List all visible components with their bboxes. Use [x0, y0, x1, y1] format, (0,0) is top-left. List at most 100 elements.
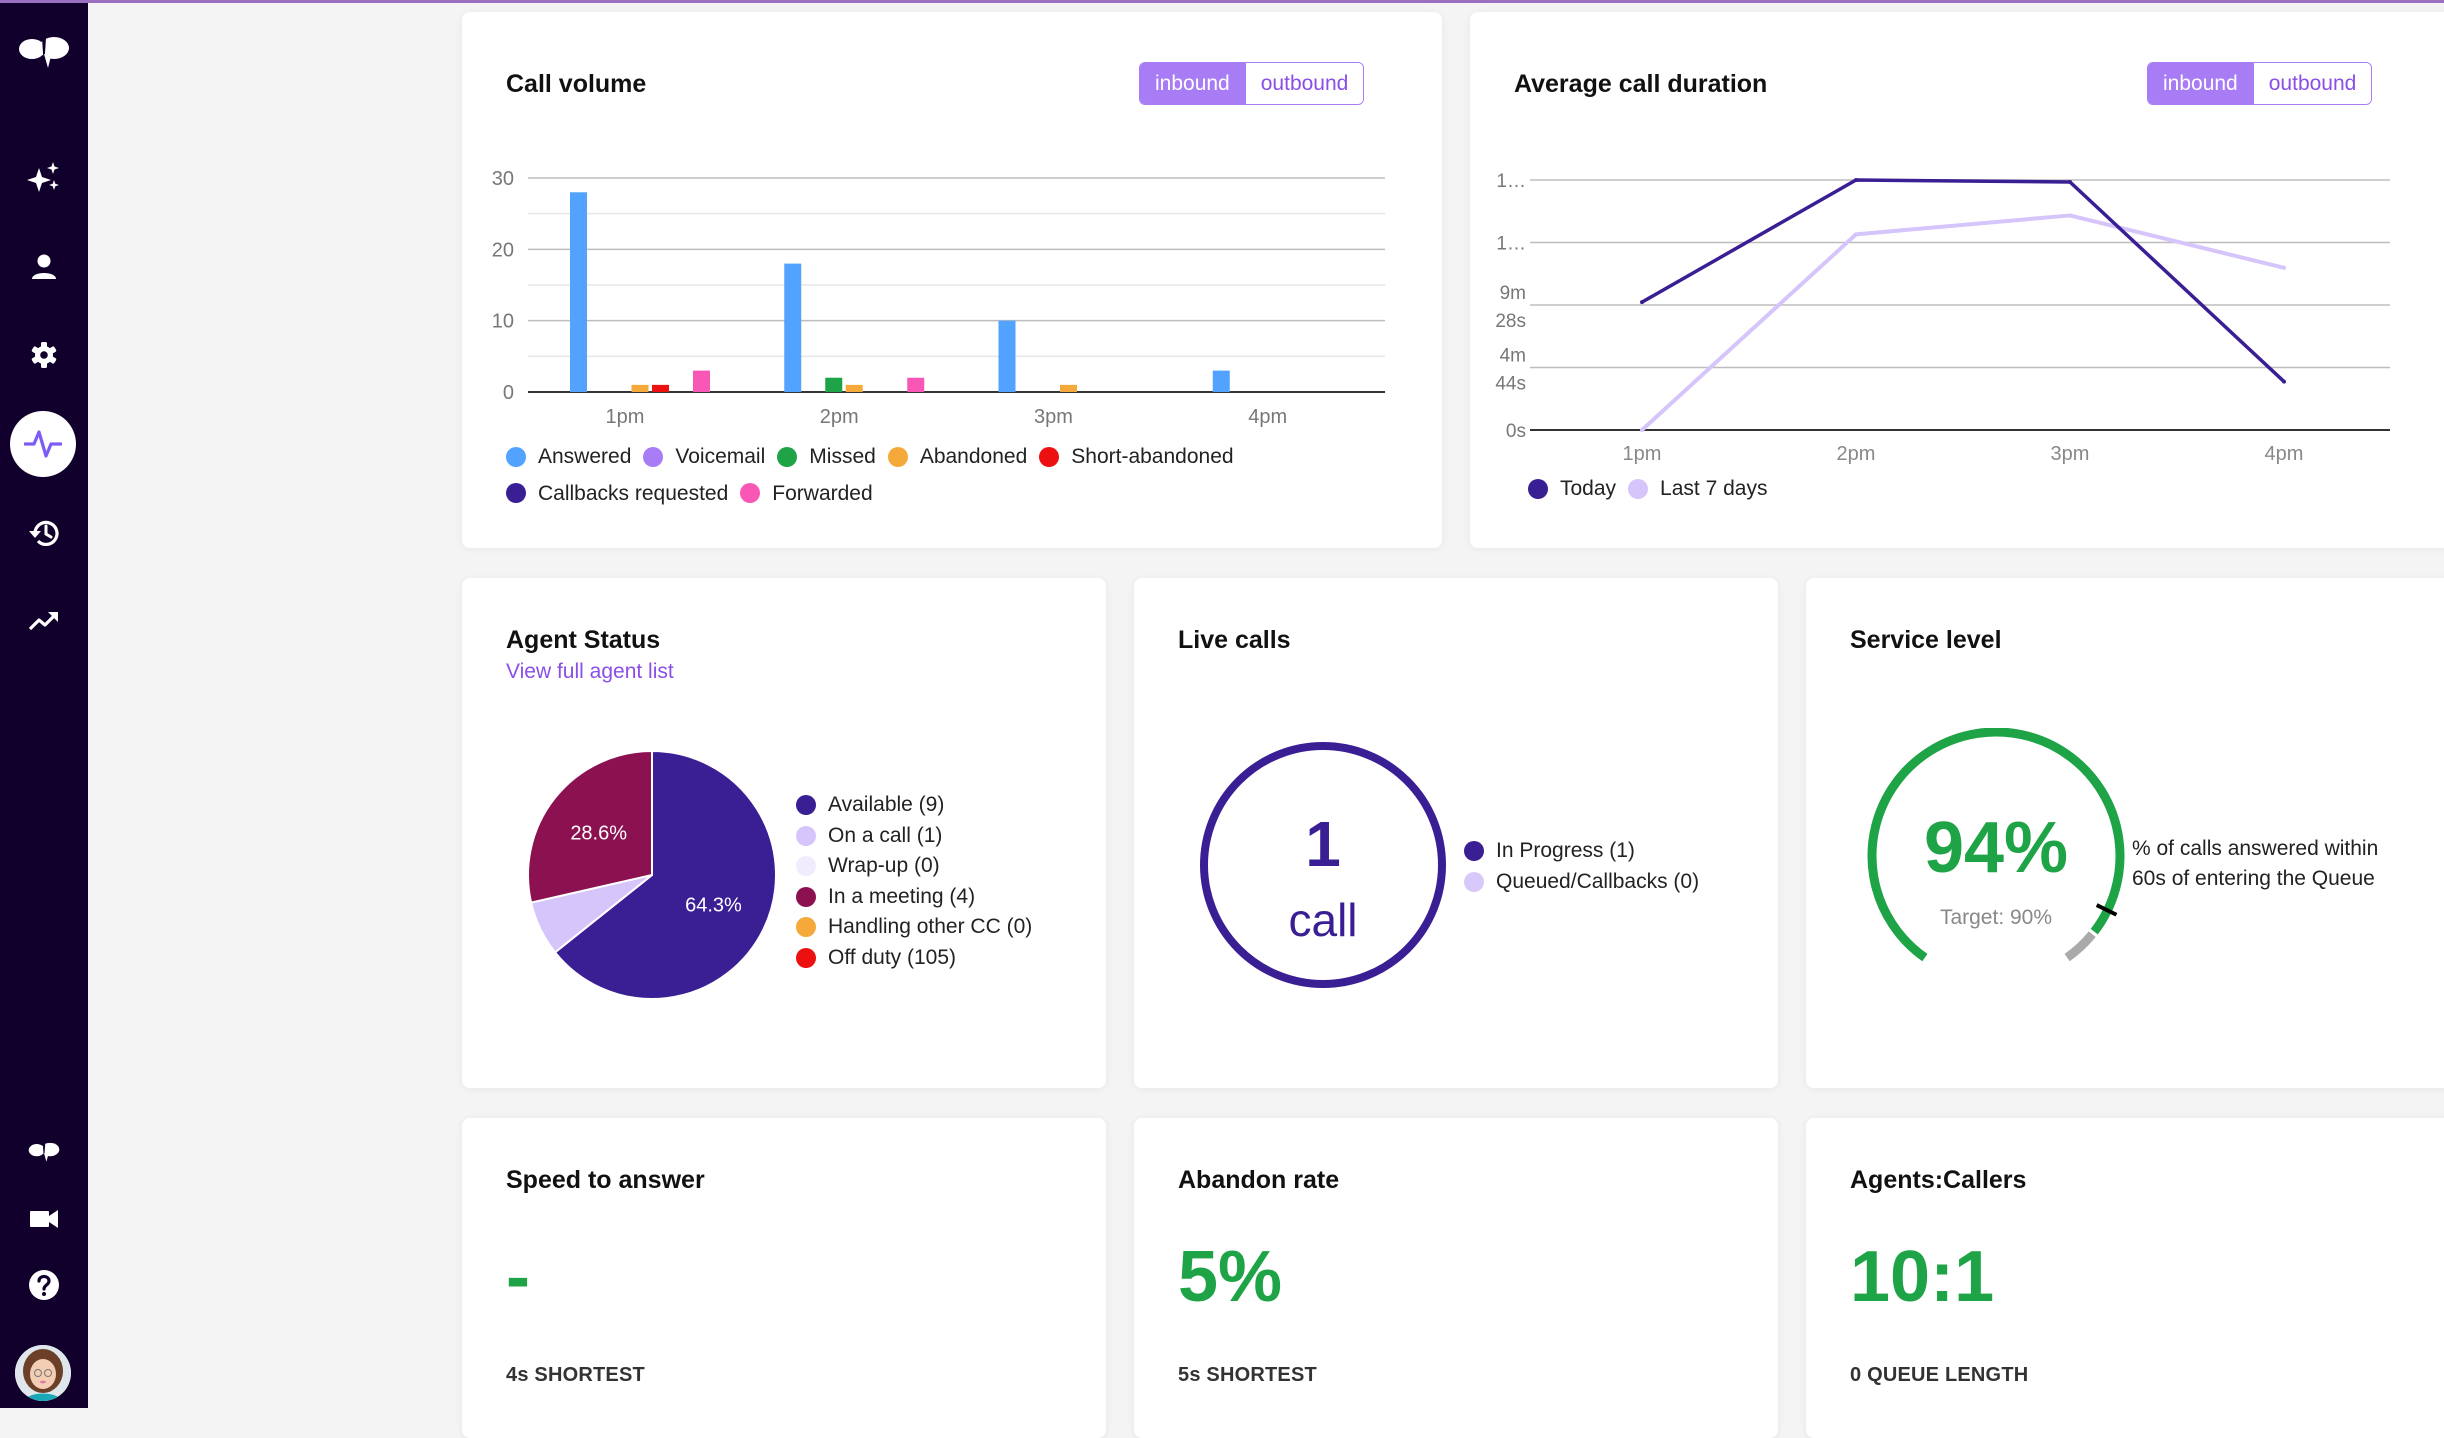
call-volume-legend-item[interactable]: Forwarded [740, 477, 873, 510]
line-point[interactable] [2068, 179, 2072, 184]
legend-label: Wrap-up (0) [828, 854, 940, 878]
agent-status-legend-item[interactable]: Handling other CC (0) [796, 912, 1032, 943]
abandon-rate-caption: 5s SHORTEST [1178, 1364, 1317, 1386]
call-volume-legend-item[interactable]: Answered [506, 440, 631, 473]
user-avatar[interactable] [15, 1345, 71, 1401]
bar-answered-3pm[interactable] [998, 320, 1016, 392]
agent-status-legend-item[interactable]: Off duty (105) [796, 943, 1032, 974]
dialpad-logo-icon[interactable] [0, 22, 88, 82]
video-camera-icon[interactable] [0, 1189, 88, 1249]
line-point[interactable] [2282, 379, 2286, 384]
agents-callers-value: 10:1 [1850, 1237, 1995, 1317]
pie-slice-label: 64.3% [685, 895, 742, 917]
bar-answered-1pm[interactable] [570, 192, 587, 392]
y-tick-label: 4m [1500, 346, 1526, 367]
call-volume-bar-chart: 0 10 20 30 1pm 2pm 3pm 4pm [492, 168, 1385, 428]
legend-swatch-icon [887, 446, 908, 467]
help-icon[interactable] [0, 1255, 88, 1315]
call-volume-outbound-button[interactable]: outbound [1244, 63, 1364, 104]
ai-sparkle-icon[interactable] [0, 148, 88, 208]
live-calls-legend-item[interactable]: In Progress (1) [1464, 836, 1699, 867]
agent-status-legend-item[interactable]: Available (9) [796, 790, 1032, 821]
legend-swatch-icon [1464, 871, 1484, 892]
agent-status-legend-item[interactable]: Wrap-up (0) [796, 851, 1032, 882]
avg-duration-inbound-button[interactable]: inbound [2148, 63, 2253, 104]
x-tick-label: 3pm [2051, 443, 2090, 465]
call-volume-direction-toggle: inbound outbound [1139, 62, 1365, 105]
avg-duration-legend-item[interactable]: Today [1528, 472, 1616, 505]
y-tick-label: 20 [492, 239, 514, 261]
line-point[interactable] [2282, 265, 2286, 270]
legend-swatch-icon [796, 947, 816, 968]
agent-status-legend-item[interactable]: In a meeting (4) [796, 882, 1032, 913]
legend-label: Available (9) [828, 793, 945, 817]
call-volume-inbound-button[interactable]: inbound [1140, 63, 1245, 104]
legend-swatch-icon [1039, 446, 1060, 467]
x-tick-label: 1pm [606, 406, 645, 428]
line-point[interactable] [1640, 300, 1644, 305]
agent-status-legend: Available (9) On a call (1) Wrap-up (0) In … [796, 790, 1032, 973]
agent-status-pie-chart: 64.3% 28.6% [527, 749, 777, 1000]
legend-swatch-icon [1464, 841, 1484, 862]
dialpad-app-icon[interactable] [0, 1122, 88, 1182]
y-tick-label: 0 [503, 382, 514, 404]
legend-swatch-icon [740, 483, 761, 503]
gauge-remaining-arc [2064, 931, 2096, 962]
live-dashboard-nav[interactable] [10, 411, 76, 477]
x-tick-label: 4pm [2265, 443, 2304, 465]
bar-forwarded-1pm[interactable] [693, 370, 710, 392]
live-calls-ring: 1 call [1200, 742, 1446, 988]
x-tick-label: 2pm [820, 406, 859, 428]
gear-icon[interactable] [0, 325, 88, 385]
service-level-card: Service level 94% Target: 90% % of calls… [1806, 578, 2444, 1088]
legend-label: Answered [538, 445, 632, 468]
bar-missed-2pm[interactable] [825, 377, 843, 392]
agent-status-legend-item[interactable]: On a call (1) [796, 821, 1032, 852]
bar-abandoned-2pm[interactable] [845, 384, 863, 392]
call-volume-legend-item[interactable]: Abandoned [887, 440, 1027, 473]
bar-abandoned-1pm[interactable] [631, 384, 649, 392]
view-full-agent-list-link[interactable]: View full agent list [506, 660, 674, 684]
call-volume-legend-item[interactable]: Missed [777, 440, 876, 473]
bar-answered-2pm[interactable] [784, 263, 802, 392]
legend-label: On a call (1) [828, 823, 943, 847]
speed-to-answer-title: Speed to answer [506, 1166, 705, 1194]
line-point[interactable] [1854, 232, 1858, 237]
line-point[interactable] [1640, 428, 1644, 432]
legend-label: Missed [809, 445, 876, 468]
live-calls-legend-item[interactable]: Queued/Callbacks (0) [1464, 867, 1699, 898]
service-level-description-line2: 60s of entering the Queue [2132, 867, 2375, 890]
legend-swatch-icon [506, 446, 526, 467]
legend-label: Handling other CC (0) [828, 915, 1033, 939]
live-calls-legend: In Progress (1) Queued/Callbacks (0) [1464, 836, 1699, 897]
call-volume-legend-item[interactable]: Short-abandoned [1039, 440, 1234, 473]
line-point[interactable] [1854, 178, 1858, 182]
legend-swatch-icon [1528, 478, 1548, 499]
y-tick-label: 10 [492, 311, 514, 333]
legend-swatch-icon [796, 825, 816, 846]
legend-swatch-icon [1628, 478, 1649, 499]
bar-answered-4pm[interactable] [1212, 370, 1230, 392]
speed-to-answer-value: - [506, 1237, 530, 1317]
speed-to-answer-caption: 4s SHORTEST [506, 1364, 645, 1386]
avg-duration-legend-item[interactable]: Last 7 days [1628, 472, 1767, 505]
trending-up-icon[interactable] [0, 591, 88, 651]
avg-duration-outbound-button[interactable]: outbound [2252, 63, 2372, 104]
legend-label: In a meeting (4) [828, 884, 976, 908]
y-tick-label: 1… [1496, 171, 1526, 192]
line-series-today[interactable] [1641, 178, 2286, 383]
bar-short-abandoned-1pm[interactable] [652, 384, 669, 392]
person-icon[interactable] [0, 237, 88, 297]
bar-abandoned-3pm[interactable] [1060, 384, 1077, 392]
service-level-description: % of calls answered within 60s of enteri… [2132, 834, 2378, 894]
avg-duration-direction-toggle: inbound outbound [2147, 62, 2373, 105]
call-volume-legend-item[interactable]: Voicemail [643, 440, 765, 473]
legend-label: Forwarded [772, 481, 873, 505]
line-point[interactable] [2068, 213, 2072, 218]
call-volume-legend-item[interactable]: Callbacks requested [506, 477, 728, 510]
legend-label: Voicemail [675, 445, 766, 468]
history-icon[interactable] [0, 503, 88, 563]
bar-forwarded-2pm[interactable] [907, 377, 925, 392]
y-tick-label: 9m [1500, 283, 1526, 304]
legend-label: Today [1560, 477, 1617, 500]
